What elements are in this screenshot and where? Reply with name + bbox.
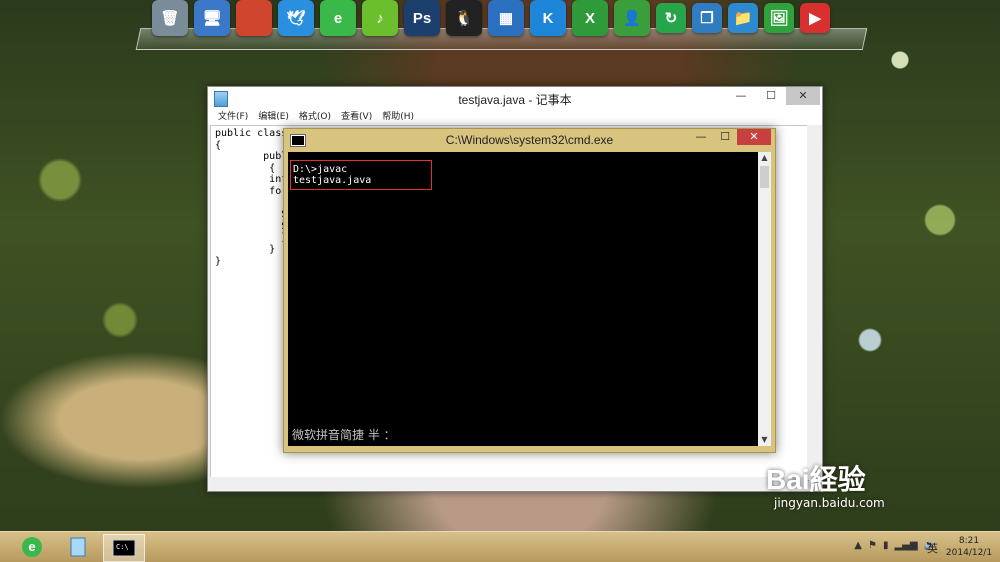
music-app-icon[interactable]: ♪ bbox=[362, 0, 398, 36]
taskbar-cmd-button[interactable]: C:\ bbox=[103, 534, 145, 562]
console-screen[interactable]: D:\>javac testjava.java 微软拼音简捷 半 ： bbox=[288, 152, 758, 446]
scroll-thumb[interactable] bbox=[760, 166, 769, 188]
taskbar-notepad-button[interactable] bbox=[58, 534, 98, 560]
kugou-icon[interactable]: K bbox=[530, 0, 566, 36]
menu-view[interactable]: 查看(V) bbox=[341, 109, 372, 125]
recycle-bin-icon[interactable]: 🗑 bbox=[152, 0, 188, 36]
menu-format[interactable]: 格式(O) bbox=[299, 109, 331, 125]
arrow-up-icon[interactable]: ▲ bbox=[854, 540, 862, 551]
maximize-button[interactable]: ☐ bbox=[756, 87, 786, 105]
cmd-icon: C:\ bbox=[112, 539, 136, 557]
qq-icon[interactable]: 🐧 bbox=[446, 0, 482, 36]
menu-edit[interactable]: 编辑(E) bbox=[258, 109, 289, 125]
command-line: D:\>javac testjava.java bbox=[290, 160, 432, 190]
close-button[interactable]: ✕ bbox=[786, 87, 820, 105]
ime-status: 微软拼音简捷 半 ： bbox=[292, 428, 396, 442]
picture-icon[interactable]: 🖼 bbox=[764, 3, 794, 33]
ccleaner-icon[interactable] bbox=[236, 0, 272, 36]
watermark-brand: Bai経验 bbox=[766, 464, 866, 495]
input-language[interactable]: 英 bbox=[927, 540, 938, 556]
baidu-watermark: Bai経验 jingyan.baidu.com bbox=[766, 458, 885, 510]
swallow-bird-icon[interactable]: 🕊 bbox=[278, 0, 314, 36]
folder-icon[interactable]: 📁 bbox=[728, 3, 758, 33]
cmd-window: C:\Windows\system32\cmd.exe — ☐ ✕ D:\>ja… bbox=[283, 128, 776, 453]
svg-text:e: e bbox=[28, 539, 35, 554]
cmd-minimize-button[interactable]: — bbox=[689, 129, 713, 145]
battery-icon[interactable]: ▮ bbox=[883, 540, 889, 551]
minimize-button[interactable]: — bbox=[726, 87, 756, 105]
clock[interactable]: 8:21 2014/12/1 bbox=[940, 535, 998, 559]
notepad-menubar: 文件(F) 编辑(E) 格式(O) 查看(V) 帮助(H) bbox=[208, 109, 822, 125]
computer-icon[interactable]: 🖥 bbox=[194, 0, 230, 36]
cmd-scrollbar[interactable]: ▲ ▼ bbox=[758, 152, 771, 446]
watermark-url: jingyan.baidu.com bbox=[774, 496, 885, 510]
cmd-close-button[interactable]: ✕ bbox=[737, 129, 771, 145]
browser-e-icon: e bbox=[22, 537, 42, 557]
menu-file[interactable]: 文件(F) bbox=[218, 109, 248, 125]
scroll-up-icon[interactable]: ▲ bbox=[758, 152, 771, 164]
browser-e-icon[interactable]: e bbox=[320, 0, 356, 36]
cmd-maximize-button[interactable]: ☐ bbox=[713, 129, 737, 145]
flag-icon[interactable]: ⚑ bbox=[868, 540, 877, 551]
dock: 🗑 🖥 🕊 e ♪ Ps 🐧 ▦ K X 👤 ↻ ❐ 📁 🖼 ▶ bbox=[152, 0, 830, 36]
scroll-down-icon[interactable]: ▼ bbox=[758, 434, 771, 446]
taskbar: e C:\ ▲ ⚑ ▮ ▂▄▆ 🔊 英 8:21 2014/12/1 bbox=[0, 531, 1000, 562]
system-tray: ▲ ⚑ ▮ ▂▄▆ 🔊 bbox=[854, 540, 936, 551]
window-switch-icon[interactable]: ❐ bbox=[692, 3, 722, 33]
clock-date: 2014/12/1 bbox=[945, 548, 993, 558]
film-strip-icon[interactable]: ▦ bbox=[488, 0, 524, 36]
photoshop-icon[interactable]: Ps bbox=[404, 0, 440, 36]
video-player-icon[interactable]: ▶ bbox=[800, 3, 830, 33]
notepad-icon bbox=[70, 537, 86, 557]
excel-icon[interactable]: X bbox=[572, 0, 608, 36]
notepad-vertical-scrollbar[interactable] bbox=[807, 125, 821, 475]
refresh-icon[interactable]: ↻ bbox=[656, 3, 686, 33]
signal-icon[interactable]: ▂▄▆ bbox=[894, 540, 917, 551]
notepad-titlebar[interactable]: testjava.java - 记事本 — ☐ ✕ bbox=[208, 87, 822, 109]
contacts-icon[interactable]: 👤 bbox=[614, 0, 650, 36]
clock-time: 8:21 bbox=[958, 536, 980, 546]
notepad-horizontal-scrollbar[interactable] bbox=[210, 477, 806, 489]
taskbar-browser-button[interactable]: e bbox=[12, 534, 52, 560]
svg-text:C:\: C:\ bbox=[116, 543, 129, 551]
menu-help[interactable]: 帮助(H) bbox=[382, 109, 414, 125]
